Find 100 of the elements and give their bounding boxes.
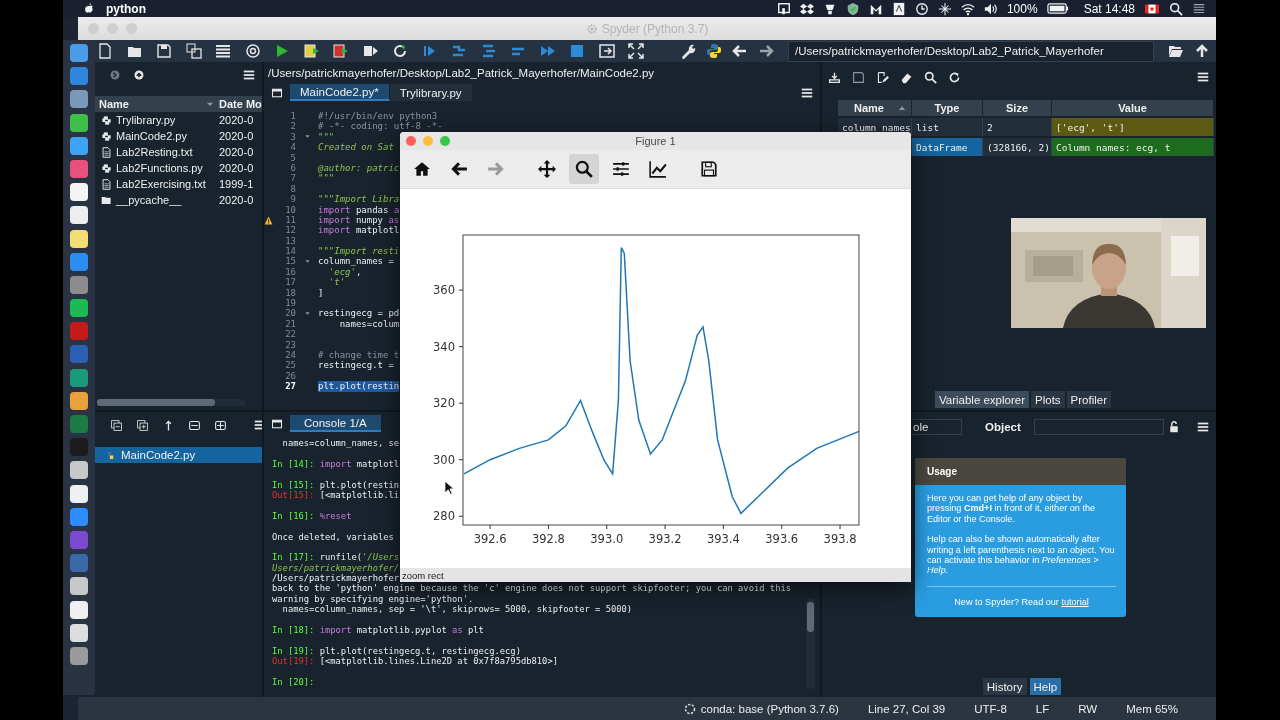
app-icon[interactable] bbox=[69, 182, 89, 203]
file-item[interactable]: Lab2Functions.py bbox=[95, 162, 215, 174]
menu-icon[interactable] bbox=[242, 68, 256, 82]
folder-open-icon[interactable] bbox=[1168, 43, 1184, 59]
sliders-icon[interactable] bbox=[612, 160, 630, 178]
fullscreen-icon[interactable] bbox=[628, 43, 644, 59]
app-icon[interactable] bbox=[69, 390, 89, 411]
continue-icon[interactable] bbox=[539, 43, 556, 59]
network-icon[interactable] bbox=[937, 1, 952, 16]
column-header[interactable]: Type bbox=[912, 100, 983, 116]
menu-icon[interactable] bbox=[1196, 420, 1210, 434]
tick-mark bbox=[839, 524, 841, 530]
browse-tabs-icon[interactable] bbox=[271, 417, 283, 430]
up-arrow-icon[interactable] bbox=[1194, 43, 1210, 59]
column-header[interactable]: Date Mo bbox=[215, 96, 262, 112]
app-icon[interactable] bbox=[69, 483, 89, 504]
app-icon[interactable] bbox=[69, 298, 89, 319]
wrench-icon[interactable] bbox=[680, 43, 696, 59]
list-icon[interactable] bbox=[215, 43, 231, 59]
line-number: 27 bbox=[284, 381, 296, 392]
file-item[interactable]: MainCode2.py bbox=[95, 130, 215, 142]
rerun-icon[interactable] bbox=[392, 43, 408, 59]
run-selection-icon[interactable] bbox=[362, 43, 379, 59]
save-icon[interactable] bbox=[700, 160, 718, 178]
search-icon[interactable] bbox=[575, 160, 593, 178]
stop-icon[interactable] bbox=[569, 43, 585, 59]
file-item[interactable]: Lab2Resting.txt bbox=[95, 146, 215, 158]
import-icon[interactable] bbox=[828, 70, 841, 84]
fold-arrow-icon[interactable] bbox=[303, 258, 311, 266]
forward-arrow-icon[interactable] bbox=[758, 43, 774, 59]
document-icon[interactable] bbox=[891, 1, 906, 16]
browse-tabs-icon[interactable] bbox=[271, 86, 283, 99]
battery-icon[interactable] bbox=[1046, 1, 1069, 16]
run-cell-icon[interactable] bbox=[303, 43, 320, 59]
app-icon[interactable] bbox=[69, 228, 89, 249]
refresh-icon[interactable] bbox=[948, 70, 961, 84]
file-item[interactable]: __pycache__ bbox=[95, 194, 215, 206]
app-icon[interactable] bbox=[69, 622, 89, 643]
app-icon[interactable] bbox=[69, 112, 89, 133]
collapse-all-icon[interactable] bbox=[110, 418, 123, 432]
search-icon[interactable] bbox=[1169, 1, 1183, 16]
expand-all-icon[interactable] bbox=[136, 418, 149, 432]
volume-icon[interactable] bbox=[983, 1, 998, 16]
screen-icon[interactable] bbox=[776, 1, 791, 16]
line-chart-icon[interactable] bbox=[649, 160, 667, 178]
outline-item[interactable]: MainCode2.py bbox=[95, 447, 262, 463]
app-icon[interactable] bbox=[69, 599, 89, 620]
column-header[interactable]: Size bbox=[983, 100, 1052, 116]
console-tab[interactable]: Console 1/A bbox=[290, 415, 381, 432]
path-field[interactable]: /Users/patrickmayerhofer/Desktop/Lab2_Patrick_Mayerhofer bbox=[788, 40, 1154, 62]
run-cell-advance-icon[interactable] bbox=[333, 43, 349, 59]
at-sign-icon[interactable] bbox=[244, 43, 261, 59]
wifi-icon[interactable] bbox=[960, 1, 975, 16]
play-icon[interactable] bbox=[274, 43, 290, 59]
forward-circle-icon[interactable] bbox=[109, 69, 121, 81]
home-icon[interactable] bbox=[413, 160, 431, 178]
editor-tab[interactable]: Trylibrary.py bbox=[389, 84, 473, 101]
new-file-icon[interactable] bbox=[97, 43, 113, 59]
search-button[interactable] bbox=[569, 154, 599, 184]
column-header[interactable]: Name bbox=[95, 96, 215, 112]
edit-icon[interactable] bbox=[876, 70, 889, 84]
python-logo-icon[interactable] bbox=[706, 43, 722, 59]
step-icon[interactable] bbox=[451, 43, 467, 59]
up-circle-icon[interactable] bbox=[133, 69, 145, 81]
list-icon[interactable] bbox=[1192, 1, 1206, 16]
file-item[interactable]: Trylibrary.py bbox=[95, 114, 215, 126]
pane-tab[interactable]: History bbox=[982, 678, 1027, 695]
app-icon[interactable] bbox=[69, 460, 89, 481]
apple-logo-icon[interactable] bbox=[83, 2, 96, 15]
shield-icon[interactable] bbox=[845, 1, 860, 16]
step-into-icon[interactable] bbox=[480, 43, 497, 59]
boxes-icon[interactable] bbox=[799, 1, 814, 16]
collapse-icon[interactable] bbox=[188, 418, 201, 432]
pane-tab[interactable]: Help bbox=[1029, 678, 1062, 695]
object-field[interactable] bbox=[1033, 419, 1164, 435]
editor-tab[interactable]: MainCode2.py* bbox=[290, 84, 390, 101]
move-icon[interactable] bbox=[538, 160, 556, 178]
menu-icon[interactable] bbox=[1196, 70, 1210, 84]
source-combo[interactable]: ole bbox=[912, 419, 962, 435]
pane-tab[interactable]: Variable explorer bbox=[934, 391, 1030, 408]
fold-arrow-icon[interactable] bbox=[303, 133, 311, 141]
app-icon[interactable] bbox=[69, 205, 89, 226]
search-icon[interactable] bbox=[924, 70, 937, 84]
line-number: 6 bbox=[289, 162, 296, 174]
fold-arrow-icon[interactable] bbox=[303, 310, 311, 318]
table-cell: (328166, 2) bbox=[983, 138, 1052, 156]
app-icon[interactable] bbox=[69, 135, 89, 156]
expand-icon[interactable] bbox=[214, 418, 227, 432]
app-icon[interactable] bbox=[69, 576, 89, 597]
file-item[interactable]: Lab2Exercising.txt bbox=[95, 178, 215, 190]
save-all-icon[interactable] bbox=[185, 43, 202, 59]
back-arrow-icon[interactable] bbox=[450, 160, 468, 178]
column-header[interactable]: Name bbox=[838, 100, 912, 116]
lock-icon[interactable] bbox=[1168, 421, 1180, 433]
status-text: Mem 65% bbox=[1126, 702, 1178, 715]
column-header[interactable]: Value bbox=[1052, 100, 1214, 116]
pane-tab[interactable]: Profiler bbox=[1066, 391, 1112, 408]
clock-icon[interactable] bbox=[914, 1, 929, 16]
maximize-icon[interactable] bbox=[598, 43, 615, 59]
pane-tab[interactable]: Plots bbox=[1031, 391, 1065, 408]
